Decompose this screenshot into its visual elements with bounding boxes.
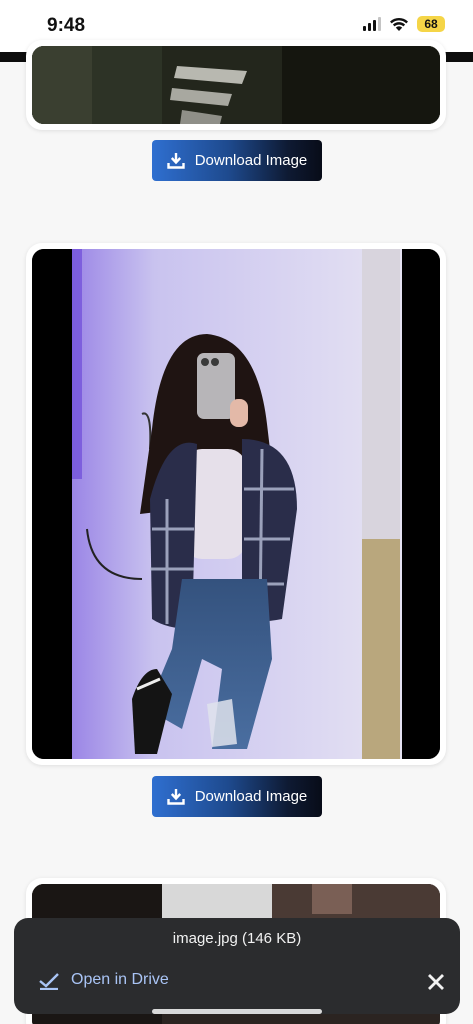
download-button-label: Download Image	[194, 788, 308, 805]
cellular-signal-icon	[363, 17, 381, 31]
snackbar-file-name: image.jpg (146 KB)	[172, 930, 302, 947]
close-icon[interactable]	[426, 972, 446, 992]
status-icons: 68	[363, 16, 445, 32]
download-icon	[167, 153, 185, 169]
wifi-icon	[389, 17, 409, 32]
battery-icon: 68	[417, 16, 445, 32]
image-card	[26, 243, 446, 765]
download-icon	[167, 789, 185, 805]
photo-icon[interactable]	[32, 249, 440, 759]
open-in-drive-link[interactable]: Open in Drive	[71, 971, 169, 989]
home-indicator[interactable]	[152, 1009, 322, 1014]
status-time: 9:48	[47, 15, 86, 36]
download-image-button[interactable]: Download Image	[152, 776, 322, 817]
image-card	[26, 40, 446, 130]
download-snackbar: image.jpg (146 KB) Open in Drive	[14, 918, 460, 1014]
photo-icon[interactable]	[32, 46, 440, 124]
download-button-label: Download Image	[194, 152, 308, 169]
download-image-button[interactable]: Download Image	[152, 140, 322, 181]
check-icon	[39, 973, 59, 990]
